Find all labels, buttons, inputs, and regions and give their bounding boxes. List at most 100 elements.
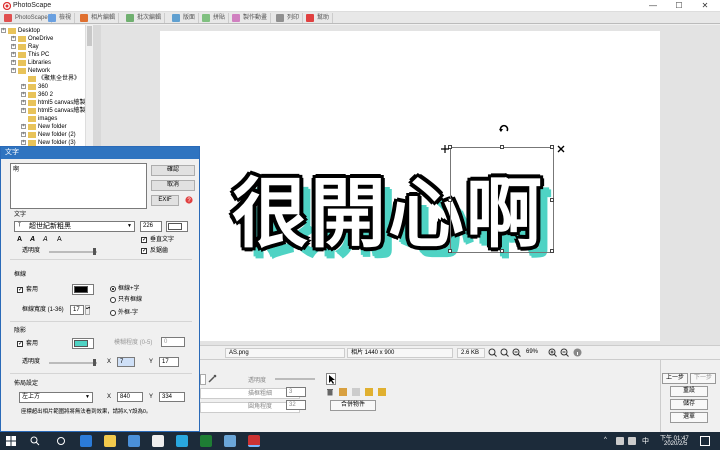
zoom-fit-icon[interactable] <box>488 348 497 357</box>
windows-start-icon[interactable] <box>6 436 16 446</box>
italic-icon[interactable]: A <box>30 236 35 243</box>
opacity-slider[interactable] <box>275 378 315 380</box>
expand-icon[interactable]: + <box>11 36 16 41</box>
task-view-icon[interactable] <box>56 436 66 446</box>
resize-handle[interactable] <box>550 198 554 202</box>
tree-item[interactable]: + Libraries <box>0 59 86 67</box>
tree-item[interactable]: +360 2 <box>0 91 86 99</box>
cancel-button[interactable]: 取消 <box>151 180 195 191</box>
resize-handle[interactable] <box>500 249 504 253</box>
photoscape-taskbar-icon[interactable] <box>248 435 260 447</box>
tree-item[interactable]: + Desktop <box>0 27 86 35</box>
tab-8[interactable]: 列印 <box>274 13 304 23</box>
zoom-out-icon[interactable] <box>560 348 569 357</box>
pos-x-input[interactable]: 840 <box>117 392 143 402</box>
resize-handle[interactable] <box>550 249 554 253</box>
zoom-out-icon[interactable] <box>512 348 521 357</box>
border-color-picker[interactable] <box>72 284 94 295</box>
expand-icon[interactable]: + <box>11 68 16 73</box>
bold-icon[interactable]: A <box>17 236 22 243</box>
network-icon[interactable] <box>616 437 624 445</box>
notification-icon[interactable] <box>700 436 710 446</box>
shadow-y-input[interactable]: 17 <box>159 357 179 367</box>
expand-icon[interactable]: + <box>21 132 26 137</box>
edge-icon[interactable] <box>80 435 92 447</box>
slider-thumb[interactable] <box>93 359 96 366</box>
close-button[interactable]: ✕ <box>692 0 718 12</box>
outline-minus-text-radio[interactable] <box>110 310 116 316</box>
text-color-picker[interactable] <box>166 221 188 232</box>
expand-icon[interactable]: + <box>11 44 16 49</box>
blur-input[interactable]: 0 <box>161 337 185 347</box>
rotate-icon[interactable] <box>498 123 510 135</box>
tool-select[interactable] <box>200 374 206 385</box>
redo-button[interactable]: 下一步 <box>690 373 716 384</box>
tree-item[interactable]: + OneDrive <box>0 35 86 43</box>
expand-icon[interactable]: + <box>21 84 26 89</box>
save-button[interactable]: 儲存 <box>670 399 708 410</box>
text-content-input[interactable]: 啊 <box>10 163 147 209</box>
slider-thumb[interactable] <box>93 248 96 255</box>
position-select[interactable]: 左上方 ▼ <box>19 392 93 403</box>
tray-chevron-icon[interactable]: ^ <box>604 437 612 445</box>
shadow-enable-checkbox[interactable]: ✓ <box>17 341 23 347</box>
info-icon[interactable] <box>573 348 582 357</box>
italic-bold-icon[interactable]: A <box>43 236 48 243</box>
resize-handle[interactable] <box>500 145 504 149</box>
underline-icon[interactable]: A <box>57 236 62 243</box>
delete-object-icon[interactable] <box>556 144 566 154</box>
tree-item[interactable]: + This PC <box>0 51 86 59</box>
expand-icon[interactable]: + <box>1 28 6 33</box>
tree-item[interactable]: + New folder <box>0 123 86 131</box>
vertical-checkbox[interactable]: ✓ <box>141 237 147 243</box>
exif-button[interactable]: EXIF <box>151 195 179 206</box>
expand-icon[interactable]: + <box>21 140 26 145</box>
font-size-select[interactable]: 226 <box>140 221 162 232</box>
resize-handle[interactable] <box>448 198 452 202</box>
text-opacity-slider[interactable] <box>49 251 97 253</box>
clock-date[interactable]: 2020/2/5 <box>664 441 687 447</box>
tree-item[interactable]: + Ray <box>0 43 86 51</box>
expand-icon[interactable]: + <box>11 52 16 57</box>
expand-icon[interactable]: + <box>21 108 26 113</box>
font-select[interactable]: 超世紀新粗黑 ᵀ ▼ <box>14 221 135 232</box>
ime-indicator[interactable]: 中 <box>642 436 649 446</box>
trash-icon[interactable] <box>326 388 334 396</box>
selection-box[interactable] <box>448 145 554 253</box>
expand-icon[interactable]: + <box>21 100 26 105</box>
volume-icon[interactable] <box>628 437 636 445</box>
pos-y-input[interactable]: 334 <box>159 392 185 402</box>
move-icon[interactable] <box>440 144 450 154</box>
chrome-icon[interactable] <box>152 435 164 447</box>
merge-objects-button[interactable]: 合併物件 <box>330 400 376 411</box>
copy-icon[interactable] <box>352 388 360 396</box>
tab-7[interactable]: 製作動畫 <box>230 13 272 23</box>
expand-icon[interactable]: + <box>11 60 16 65</box>
corner-input[interactable]: 32 <box>286 400 306 410</box>
shapes-icon[interactable] <box>365 388 373 396</box>
tree-item[interactable]: images <box>0 115 86 123</box>
tab-2[interactable]: 檢視 <box>46 13 76 23</box>
minimize-button[interactable]: — <box>640 0 666 12</box>
excel-icon[interactable] <box>200 435 212 447</box>
arrange-icon[interactable] <box>339 388 347 396</box>
zoom-in-icon[interactable] <box>548 348 557 357</box>
store-icon[interactable] <box>128 435 140 447</box>
border-only-radio[interactable] <box>110 297 116 303</box>
expand-icon[interactable]: + <box>21 124 26 129</box>
tab-5[interactable]: 版面 <box>170 13 200 23</box>
tree-item[interactable]: + Network <box>0 67 86 75</box>
file-explorer-icon[interactable] <box>104 435 116 447</box>
shadow-color-picker[interactable] <box>72 338 94 349</box>
search-icon[interactable] <box>30 436 40 446</box>
tab-9[interactable]: 幫助 <box>304 13 334 23</box>
tab-3[interactable]: 相片編輯 <box>78 13 120 23</box>
group-icon[interactable] <box>378 388 386 396</box>
maximize-button[interactable]: ☐ <box>666 0 692 12</box>
zoom-100-icon[interactable] <box>500 348 509 357</box>
resize-handle[interactable] <box>448 249 452 253</box>
border-enable-checkbox[interactable]: ✓ <box>17 287 23 293</box>
tab-6[interactable]: 拼貼 <box>200 13 230 23</box>
shadow-opacity-slider[interactable] <box>49 362 97 364</box>
undo-button[interactable]: 上一步 <box>662 373 688 384</box>
